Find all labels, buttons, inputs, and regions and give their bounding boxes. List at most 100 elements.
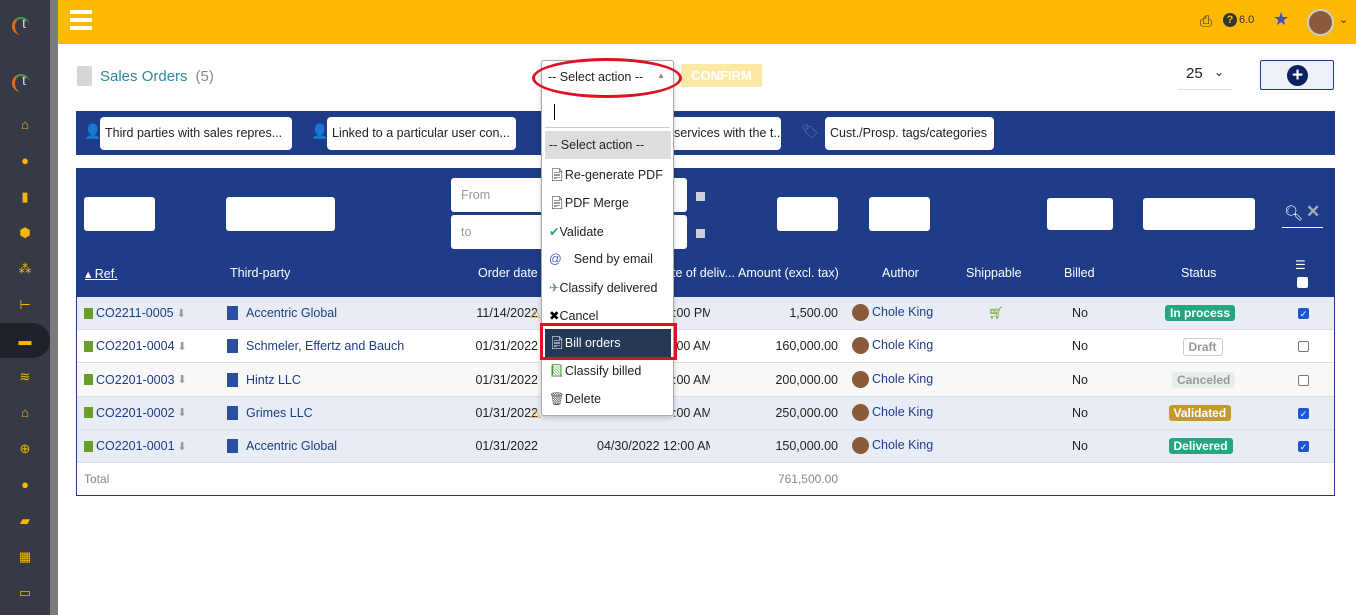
action-option[interactable]: 🗑︎Delete: [545, 385, 671, 413]
ref-text: CO2201-0002: [96, 405, 175, 420]
menu-icon[interactable]: [70, 10, 92, 14]
billed: No: [1072, 339, 1088, 354]
table-row[interactable]: CO2211-0005 ⬇ Accentric Global 11/14/2022…: [77, 297, 1334, 330]
filter-bar: 👤 Third parties with sales repres... 👤 L…: [76, 111, 1335, 155]
status-badge: Validated: [1168, 404, 1232, 421]
row-checkbox[interactable]: ✓: [1298, 441, 1309, 453]
row-checkbox[interactable]: ✓: [1298, 407, 1309, 419]
sitemap-icon[interactable]: ⊢: [16, 297, 34, 313]
author-link[interactable]: Chole King: [852, 437, 934, 455]
thirdparty-text: Schmeler, Effertz and Bauch: [246, 339, 405, 354]
amount: 160,000.00: [775, 339, 838, 354]
thirdparty-link[interactable]: Schmeler, Effertz and Bauch: [227, 339, 405, 354]
action-option-label: Classify billed: [564, 364, 642, 378]
author-link[interactable]: Chole King: [852, 403, 933, 421]
user-icon: 👤: [311, 123, 329, 139]
bank-icon[interactable]: ⌂: [16, 405, 34, 421]
action-option[interactable]: 📗︎Classify billed: [545, 357, 671, 385]
table-row[interactable]: CO2201-0002 ⬇ Grimes LLC 01/31/2022 ⚠ :00…: [77, 396, 1334, 430]
version-label: 6.0: [1239, 14, 1255, 26]
document-icon: [77, 66, 92, 86]
action-option[interactable]: ✈Classify delivered: [545, 273, 671, 301]
author-name: Chole King: [872, 437, 934, 452]
briefcase-icon[interactable]: ▬: [16, 333, 34, 349]
bookmark-star-icon[interactable]: ★: [1273, 9, 1289, 30]
search-dollar-icon[interactable]: ⊕: [16, 441, 34, 457]
table-row[interactable]: CO2201-0004 ⬇ Schmeler, Effertz and Bauch…: [77, 330, 1334, 364]
amount: 1,500.00: [789, 306, 838, 320]
chevron-down-icon[interactable]: ⌄: [1339, 13, 1348, 26]
thirdparty-text: Grimes LLC: [246, 405, 313, 420]
ref-link[interactable]: CO2201-0001 ⬇: [84, 439, 187, 453]
ref-text: CO2201-0001: [96, 439, 175, 454]
building-icon: [227, 439, 238, 454]
author-link[interactable]: Chole King: [852, 370, 933, 388]
user-icon: 👤: [84, 123, 102, 139]
table-row[interactable]: CO2201-0003 ⬇ Hintz LLC 01/31/2022 :00 AM…: [77, 363, 1334, 397]
filter-sales-rep[interactable]: Third parties with sales repres...: [100, 117, 292, 150]
home-icon[interactable]: ⌂: [16, 117, 34, 133]
thirdparty-link[interactable]: Accentric Global: [227, 439, 337, 454]
status-badge: Canceled: [1172, 371, 1236, 388]
download-icon[interactable]: ⬇: [177, 307, 186, 320]
status-badge: Delivered: [1168, 438, 1233, 455]
shippable-icon: 🛒︎: [988, 306, 1004, 320]
user-avatar[interactable]: [1307, 9, 1334, 36]
action-option-label: Delete: [564, 392, 602, 406]
action-option[interactable]: 📄︎PDF Merge: [545, 189, 671, 217]
thirdparty-link[interactable]: Grimes LLC: [227, 405, 313, 420]
action-option[interactable]: 📄︎Re-generate PDF: [545, 161, 671, 189]
delivery-date: 04/30/2022 12:00 AM: [597, 439, 710, 454]
page-size-select[interactable]: 25 ⌄: [1178, 60, 1232, 90]
user-tie-icon[interactable]: ●: [16, 477, 34, 493]
status-badge: Draft: [1182, 338, 1223, 357]
building-icon[interactable]: ▮: [16, 189, 34, 205]
filter-linked-user[interactable]: Linked to a particular user con...: [327, 117, 516, 150]
thirdparty-link[interactable]: Accentric Global: [227, 306, 337, 320]
author-avatar: [852, 403, 869, 421]
annotation-ellipse: [532, 58, 682, 98]
ref-link[interactable]: CO2201-0002 ⬇: [84, 406, 187, 420]
print-icon[interactable]: ⎙: [1200, 13, 1212, 30]
order-date: 01/31/2022: [475, 372, 538, 387]
folder-icon[interactable]: ▰: [16, 513, 34, 529]
amount: 250,000.00: [775, 405, 838, 420]
calendar-icon[interactable]: ▦: [16, 549, 34, 565]
ticket-icon[interactable]: ▭: [16, 585, 34, 601]
action-option[interactable]: ✔Validate: [545, 217, 671, 245]
plus-icon: +: [1287, 65, 1308, 86]
download-icon[interactable]: ⬇: [178, 440, 187, 453]
download-icon[interactable]: ⬇: [178, 340, 187, 353]
download-icon[interactable]: ⬇: [178, 406, 187, 419]
thirdparty-text: Hintz LLC: [246, 372, 301, 387]
ref-link[interactable]: CO2201-0004 ⬇: [84, 339, 187, 353]
action-dropdown[interactable]: -- Select action -- ▲ -- Select action --…: [541, 60, 674, 416]
download-icon[interactable]: ⬇: [178, 373, 187, 386]
action-option-label: PDF Merge: [564, 196, 629, 210]
cubes-icon[interactable]: ⁂: [16, 261, 34, 277]
row-checkbox[interactable]: [1298, 374, 1309, 386]
action-option[interactable]: -- Select action --: [545, 131, 671, 159]
new-order-button[interactable]: +: [1260, 60, 1334, 90]
row-checkbox[interactable]: ✓: [1298, 308, 1309, 319]
coins-icon[interactable]: ≋: [16, 369, 34, 385]
ref-link[interactable]: CO2201-0003 ⬇: [84, 373, 187, 387]
app-logo[interactable]: t: [12, 15, 38, 35]
confirm-button[interactable]: CONFIRM: [681, 64, 762, 87]
help-icon[interactable]: ?: [1223, 13, 1237, 27]
author-link[interactable]: Chole King: [852, 337, 934, 355]
sidebar-scrollbar[interactable]: [50, 0, 58, 615]
action-search-input[interactable]: [545, 98, 670, 128]
thirdparty-link[interactable]: Hintz LLC: [227, 372, 301, 387]
order-icon: [84, 307, 93, 319]
author-name: Chole King: [872, 338, 934, 353]
ref-link[interactable]: CO2211-0005 ⬇: [84, 306, 186, 320]
table-row[interactable]: CO2201-0001 ⬇ Accentric Global 01/31/2022…: [77, 430, 1334, 464]
billed: No: [1072, 306, 1088, 320]
box-icon[interactable]: ⬢: [16, 225, 34, 241]
row-checkbox[interactable]: [1298, 341, 1309, 353]
author-link[interactable]: Chole King: [852, 304, 933, 321]
filter-tags[interactable]: Cust./Prosp. tags/categories: [825, 117, 994, 150]
user-icon[interactable]: ●: [16, 153, 34, 169]
action-option[interactable]: @ Send by email: [545, 245, 671, 273]
